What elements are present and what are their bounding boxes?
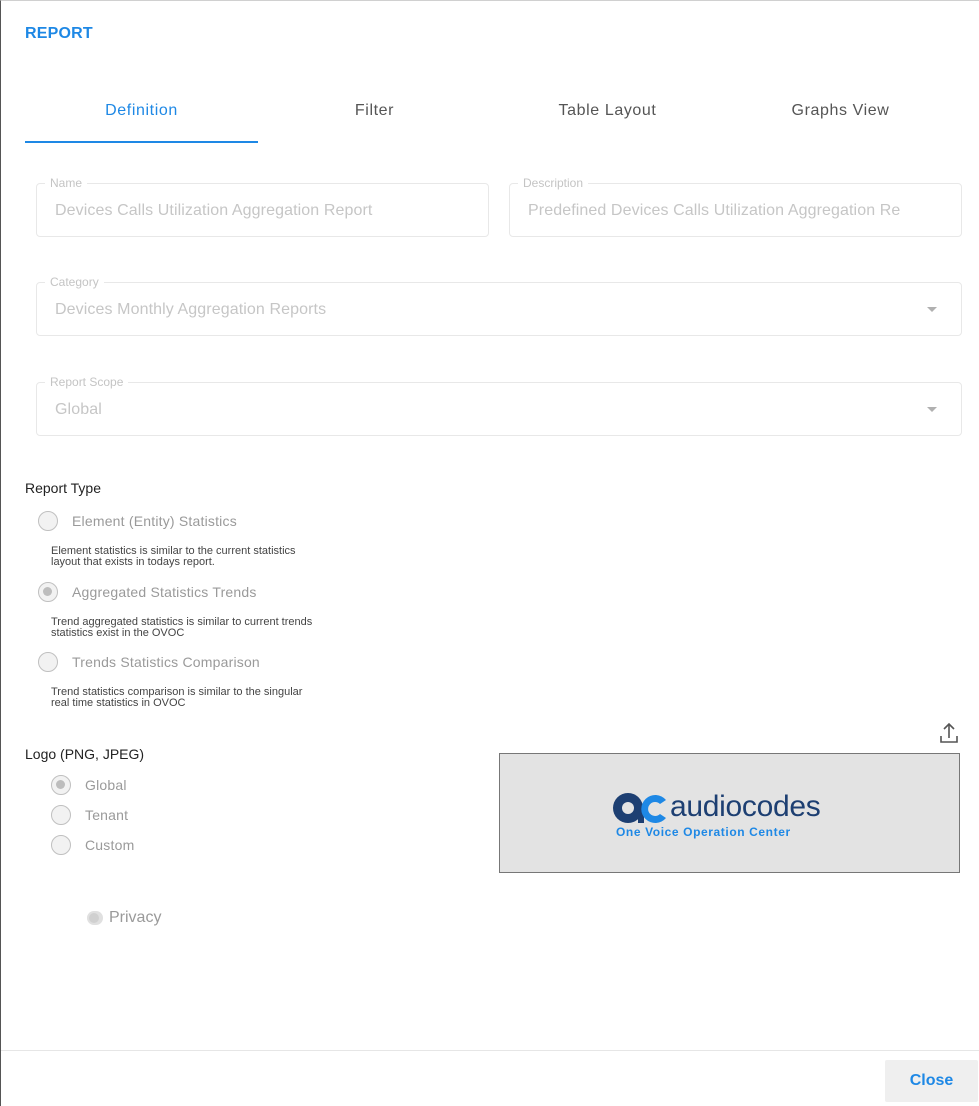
description-line: statistics exist in the OVOC [51, 627, 185, 639]
logo-preview: audiocodes One Voice Operation Center [499, 753, 960, 873]
radio-label: Custom [85, 837, 135, 853]
description-line: layout that exists in todays report. [51, 556, 215, 568]
tab-graphs-view[interactable]: Graphs View [724, 97, 957, 143]
name-field-value: Devices Calls Utilization Aggregation Re… [55, 202, 373, 219]
report-type-title: Report Type [25, 480, 102, 496]
report-type-option-element-statistics[interactable]: Element (Entity) Statistics [38, 511, 237, 531]
description-field-value: Predefined Devices Calls Utilization Agg… [528, 202, 901, 219]
category-select-value: Devices Monthly Aggregation Reports [55, 301, 327, 318]
radio-button[interactable] [38, 652, 58, 672]
report-dialog: REPORT Definition Filter Table Layout Gr… [0, 0, 979, 1106]
logo-option-custom[interactable]: Custom [51, 835, 134, 855]
report-type-description: Trend statistics comparison is similar t… [51, 687, 381, 709]
category-select-label: Category [45, 274, 104, 290]
dialog-title: REPORT [25, 25, 93, 42]
upload-icon[interactable] [939, 721, 959, 745]
tab-definition[interactable]: Definition [25, 97, 258, 143]
privacy-label: Privacy [109, 909, 162, 926]
description-field-label: Description [518, 175, 589, 191]
report-scope-select-label: Report Scope [45, 374, 129, 390]
radio-button[interactable] [51, 835, 71, 855]
chevron-down-icon[interactable] [927, 307, 937, 312]
radio-label: Global [85, 777, 127, 793]
radio-label: Aggregated Statistics Trends [72, 584, 257, 600]
report-scope-select[interactable]: Report Scope Global [36, 374, 962, 436]
logo-section-title: Logo (PNG, JPEG) [25, 746, 145, 762]
name-field-label: Name [45, 175, 88, 191]
description-line: real time statistics in OVOC [51, 697, 186, 709]
description-field[interactable]: Description Predefined Devices Calls Uti… [509, 175, 962, 237]
audiocodes-logo: audiocodes One Voice Operation Center [612, 788, 852, 842]
tab-filter[interactable]: Filter [258, 97, 491, 143]
report-type-option-trends-comparison[interactable]: Trends Statistics Comparison [38, 652, 260, 672]
radio-label: Tenant [85, 807, 129, 823]
tab-bar: Definition Filter Table Layout Graphs Vi… [25, 97, 957, 143]
report-type-description: Trend aggregated statistics is similar t… [51, 617, 381, 639]
radio-button[interactable] [38, 511, 58, 531]
report-type-description: Element statistics is similar to the cur… [51, 546, 381, 568]
category-select[interactable]: Category Devices Monthly Aggregation Rep… [36, 274, 962, 336]
toggle-switch[interactable] [87, 911, 103, 925]
close-button[interactable]: Close [885, 1060, 978, 1102]
report-scope-select-value: Global [55, 401, 102, 418]
footer-divider [1, 1050, 979, 1051]
chevron-down-icon[interactable] [927, 407, 937, 412]
privacy-toggle[interactable]: Privacy [87, 909, 161, 927]
radio-button-selected[interactable] [51, 775, 71, 795]
radio-button-selected[interactable] [38, 582, 58, 602]
logo-option-global[interactable]: Global [51, 775, 127, 795]
logo-option-tenant[interactable]: Tenant [51, 805, 128, 825]
tab-table-layout[interactable]: Table Layout [491, 97, 724, 143]
radio-label: Element (Entity) Statistics [72, 513, 237, 529]
radio-label: Trends Statistics Comparison [72, 654, 260, 670]
radio-button[interactable] [51, 805, 71, 825]
report-type-option-aggregated-trends[interactable]: Aggregated Statistics Trends [38, 582, 257, 602]
logo-wordmark: audiocodes [670, 790, 821, 823]
logo-tagline: One Voice Operation Center [616, 825, 791, 839]
name-field[interactable]: Name Devices Calls Utilization Aggregati… [36, 175, 489, 237]
audiocodes-mark-icon [613, 793, 666, 823]
